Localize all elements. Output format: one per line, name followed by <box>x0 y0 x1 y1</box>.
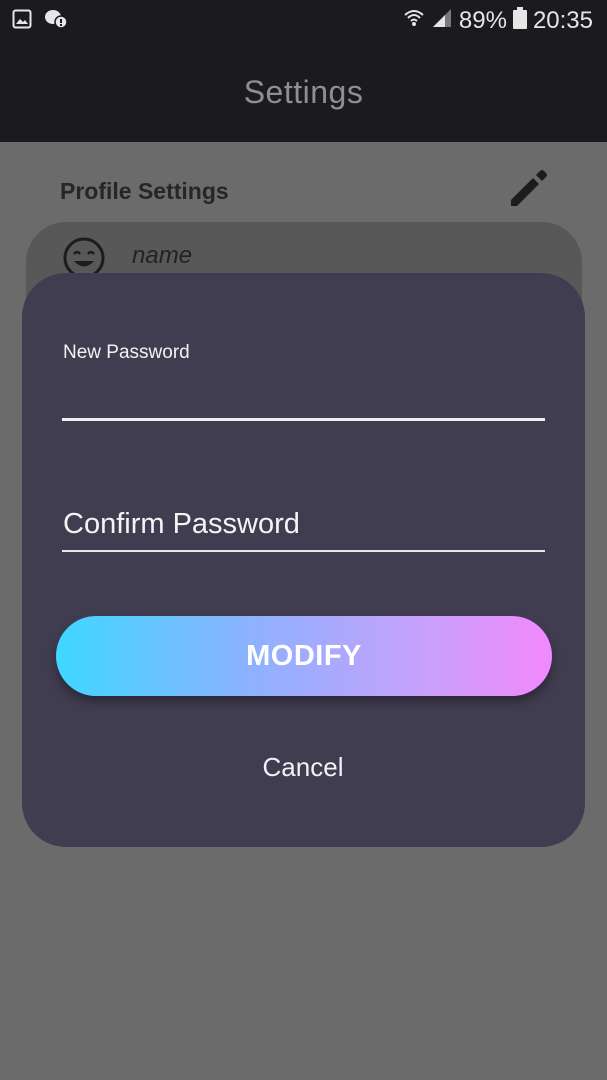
new-password-label: New Password <box>63 342 190 363</box>
battery-icon <box>512 6 527 36</box>
confirm-password-input[interactable] <box>62 498 545 552</box>
new-password-input[interactable] <box>62 373 545 421</box>
page-title: Settings <box>243 73 364 110</box>
app-bar: Settings <box>0 42 607 142</box>
profile-settings-title: Profile Settings <box>60 178 229 204</box>
status-bar: 89% 20:35 <box>0 0 607 42</box>
gallery-icon <box>12 9 32 34</box>
wifi-icon <box>403 7 425 36</box>
chat-icon <box>44 8 68 35</box>
change-password-dialog: New Password MODIFY Cancel <box>22 273 585 847</box>
profile-name: name <box>132 242 193 269</box>
modify-button[interactable]: MODIFY <box>56 616 552 696</box>
cancel-button[interactable]: Cancel <box>203 743 403 791</box>
signal-icon <box>431 7 453 36</box>
pencil-icon[interactable] <box>505 166 551 212</box>
clock: 20:35 <box>532 7 593 34</box>
battery-percent: 89% <box>458 7 507 34</box>
